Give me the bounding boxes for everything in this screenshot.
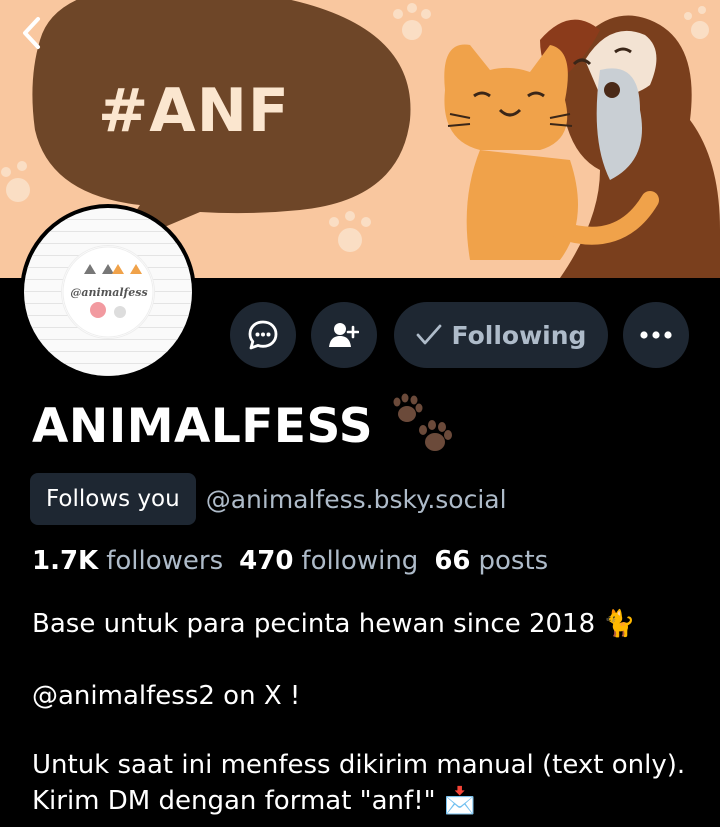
person-add-icon <box>329 323 359 347</box>
follows-you-badge: Follows you <box>30 473 196 525</box>
chat-bubble-icon <box>248 320 278 350</box>
following-label: Following <box>451 320 587 350</box>
display-name: ANIMALFESS <box>32 398 374 454</box>
back-button[interactable] <box>20 16 54 50</box>
profile-handle: @animalfess.bsky.social <box>205 484 507 514</box>
avatar-logo-text: @animalfess <box>70 286 148 299</box>
posts-count: 66 <box>434 546 471 576</box>
avatar-image: @animalfess <box>24 208 192 376</box>
posts-label: posts <box>478 546 549 576</box>
followers-label[interactable]: followers <box>106 546 223 576</box>
bio-line-1: Base untuk para pecinta hewan since 2018… <box>32 609 636 639</box>
following-button[interactable]: Following <box>394 302 608 368</box>
display-name-row: ANIMALFESS <box>32 392 459 460</box>
bio-line-3: Untuk saat ini menfess dikirim manual (t… <box>32 750 686 816</box>
message-button[interactable] <box>230 302 296 368</box>
paw-prints-icon <box>393 393 453 451</box>
banner-hashtag: #ANF <box>98 76 290 146</box>
add-to-list-button[interactable] <box>311 302 377 368</box>
checkmark-icon <box>416 324 441 345</box>
handle-row: Follows you @animalfess.bsky.social <box>30 473 507 525</box>
bio-line-2[interactable]: @animalfess2 on X ! <box>32 678 702 714</box>
avatar[interactable]: @animalfess <box>20 204 196 380</box>
following-count[interactable]: 470 <box>239 546 293 576</box>
more-options-button[interactable] <box>623 302 689 368</box>
chevron-left-icon <box>23 17 40 49</box>
profile-stats: 1.7K followers 470 following 66 posts <box>32 546 564 576</box>
followers-count[interactable]: 1.7K <box>32 546 98 576</box>
following-label-stat[interactable]: following <box>301 546 418 576</box>
more-horizontal-icon <box>640 331 672 339</box>
